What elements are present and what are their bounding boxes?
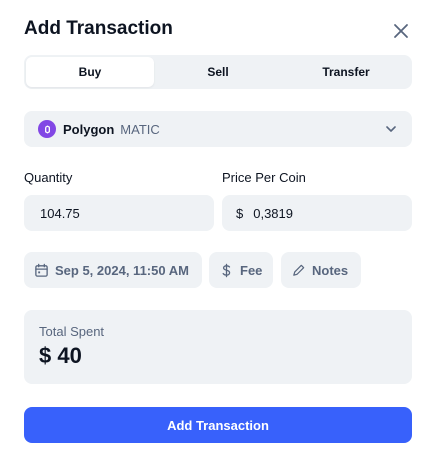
fee-label: Fee [240,262,263,278]
coin-name: Polygon [63,121,115,137]
dollar-icon [222,263,231,277]
tab-transfer[interactable]: Transfer [282,57,410,87]
notes-label: Notes [312,262,349,278]
coin-select[interactable]: Polygon MATIC [24,111,412,147]
chevron-down-icon [386,126,396,132]
fee-button[interactable]: Fee [209,252,273,288]
modal-title: Add Transaction [24,18,173,39]
price-value: 0,3819 [253,205,293,221]
quantity-value: 104.75 [40,205,80,221]
tab-buy[interactable]: Buy [26,57,154,87]
total-spent-panel: Total Spent $ 40 [24,310,412,384]
currency-symbol: $ [236,205,244,221]
transaction-type-tabs: Buy Sell Transfer [24,55,412,89]
price-per-coin-label: Price Per Coin [222,170,306,185]
add-transaction-button[interactable]: Add Transaction [24,407,412,443]
coin-symbol: MATIC [120,121,160,137]
tab-sell[interactable]: Sell [154,57,282,87]
quantity-input[interactable]: 104.75 [24,195,214,231]
pencil-icon [293,264,305,276]
date-label: Sep 5, 2024, 11:50 AM [55,262,189,278]
polygon-icon [38,120,56,138]
close-icon[interactable] [392,22,410,40]
notes-button[interactable]: Notes [281,252,361,288]
calendar-icon [35,263,48,277]
total-spent-value: $ 40 [39,343,82,368]
price-per-coin-input[interactable]: $ 0,3819 [222,195,412,231]
quantity-label: Quantity [24,170,73,185]
date-button[interactable]: Sep 5, 2024, 11:50 AM [24,252,202,288]
total-spent-label: Total Spent [39,324,105,339]
